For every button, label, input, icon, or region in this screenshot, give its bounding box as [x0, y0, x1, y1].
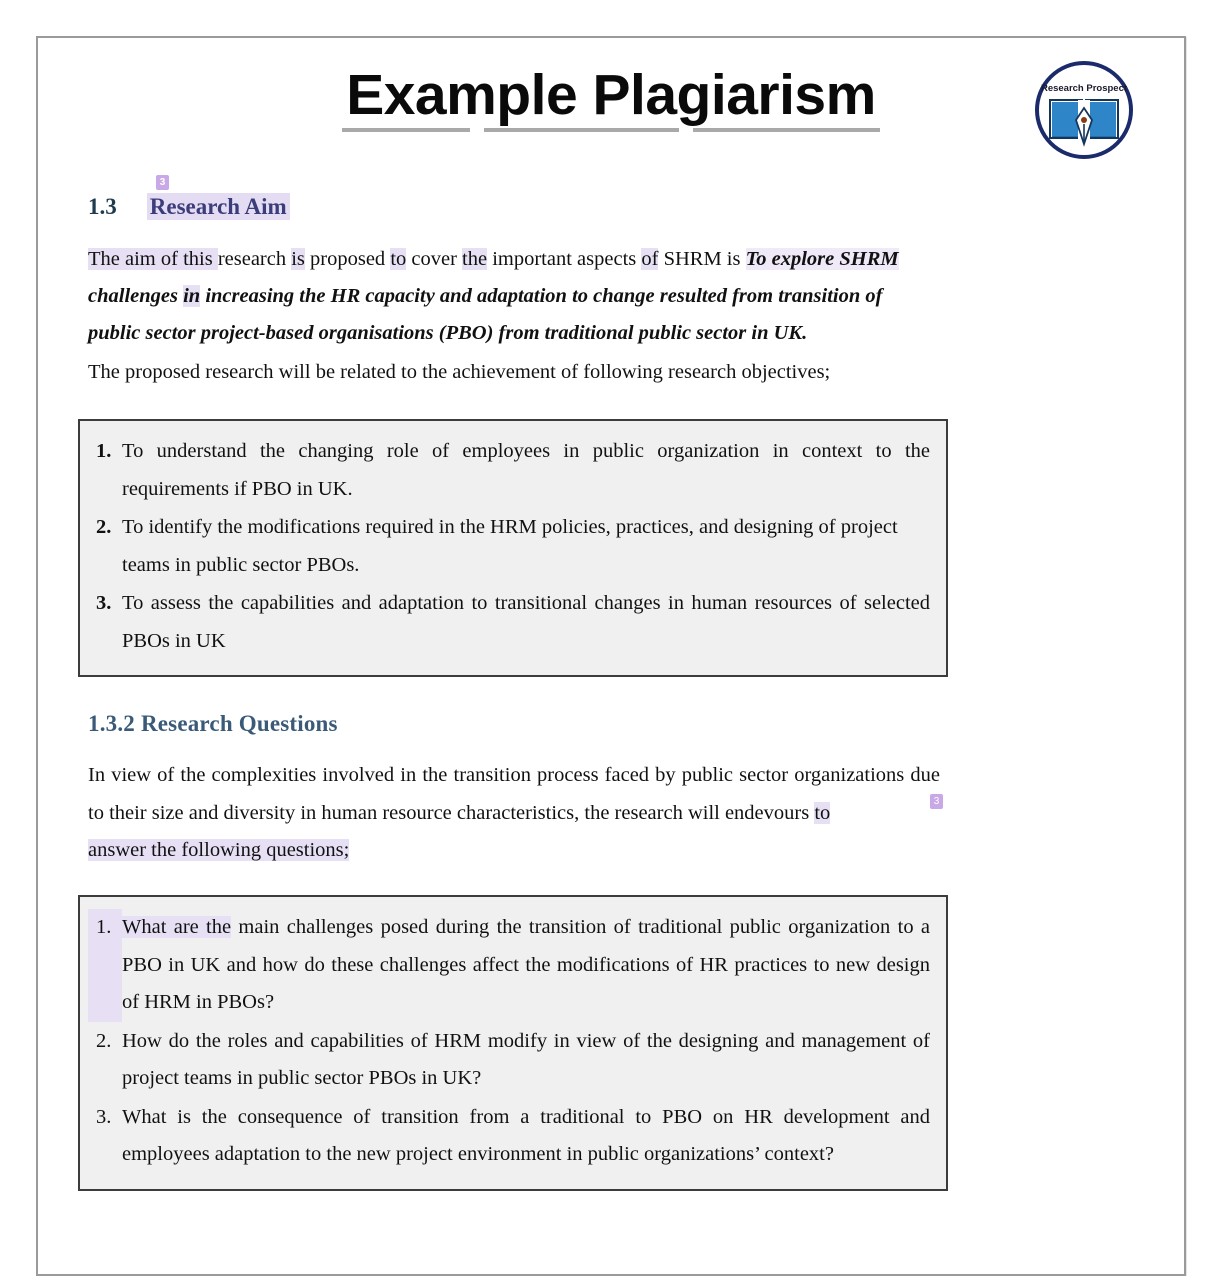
aim-frag-6: cover	[406, 248, 463, 271]
list-item-number: 1.	[88, 909, 122, 1022]
aim-statement-2a: challenges	[88, 285, 184, 308]
rq-intro-part-1: In view of the complexities involved in …	[88, 764, 940, 824]
list-item-text: To assess the capabilities and adaptatio…	[122, 592, 930, 652]
list-item-number: 3.	[96, 592, 112, 615]
aim-statement-2c: increasing the HR capacity and adaptatio…	[200, 285, 883, 308]
section-heading-research-questions: 1.3.2 Research Questions	[88, 711, 338, 737]
aim-frag-7: the	[462, 248, 488, 271]
section-number: 1.3	[88, 194, 117, 219]
objectives-intro: The proposed research will be related to…	[88, 361, 831, 384]
questions-list: 1. What are the main challenges posed du…	[88, 909, 930, 1174]
page-title: Example Plagiarism	[328, 63, 894, 133]
section-title: Research Aim	[146, 193, 290, 220]
research-objectives-box: 1. To understand the changing role of em…	[78, 419, 948, 678]
research-aim-statement-line-3: public sector project-based organisation…	[88, 315, 1146, 352]
list-item: 3. What is the consequence of transition…	[88, 1099, 930, 1174]
list-item-text: To understand the changing role of emplo…	[122, 440, 930, 500]
list-item-number: 2.	[96, 516, 112, 539]
objectives-list: 1. To understand the changing role of em…	[88, 433, 930, 660]
list-item-number: 1.	[96, 440, 112, 463]
list-item-number: 2.	[96, 1029, 112, 1052]
aim-frag-9: of	[641, 248, 659, 271]
underline-notch-g	[679, 125, 694, 133]
question-highlighted-lead: What are the	[122, 916, 232, 939]
research-questions-intro: 3 In view of the complexities involved in…	[88, 757, 943, 832]
research-questions-intro-last-line: answer the following questions;	[88, 832, 1146, 869]
aim-frag-3: is	[291, 248, 305, 271]
list-item-text: How do the roles and capabilities of HRM…	[122, 1029, 930, 1090]
research-aim-statement-line-2: challenges in increasing the HR capacity…	[88, 278, 1146, 315]
aim-frag-5: to	[390, 248, 407, 271]
question-rest: main challenges posed during the transit…	[122, 916, 930, 1014]
list-item-text: To identify the modifications required i…	[122, 516, 898, 576]
page-title-container: Example Plagiarism	[76, 52, 1146, 133]
aim-frag-8: important aspects	[487, 248, 642, 271]
aim-frag-4: proposed	[304, 248, 391, 271]
research-questions-box: 1. What are the main challenges posed du…	[78, 895, 948, 1191]
list-item: 3. To assess the capabilities and adapta…	[88, 585, 930, 660]
rq-intro-part-2: to	[814, 801, 831, 824]
aim-statement-line-1: To explore SHRM	[745, 248, 899, 271]
list-item: 1. To understand the changing role of em…	[88, 433, 930, 508]
aim-statement-2b: in	[183, 285, 201, 308]
plagiarism-match-badge[interactable]: 3	[930, 794, 943, 810]
list-item-text: What is the consequence of transition fr…	[122, 1105, 930, 1166]
list-item-text: What are the main challenges posed durin…	[122, 909, 930, 1022]
rq-intro-part-3: answer the following questions;	[88, 839, 350, 862]
page-title-text: Example Plagiarism	[346, 63, 876, 127]
document-header: Example Plagiarism Research Prospect	[76, 52, 1146, 160]
document-page: Example Plagiarism Research Prospect 3 1…	[36, 36, 1186, 1276]
list-item-number: 3.	[96, 1105, 112, 1128]
aim-frag-2: research	[217, 248, 292, 271]
section-heading-research-aim: 3 1.3 Research Aim	[88, 175, 1146, 220]
aim-frag-1: The aim of this	[88, 248, 218, 271]
svg-text:Research Prospect: Research Prospect	[1041, 83, 1128, 94]
list-item: 1. What are the main challenges posed du…	[88, 909, 930, 1022]
research-aim-paragraph: The aim of this research is proposed to …	[88, 241, 1146, 278]
aim-statement-3: public sector project-based organisation…	[88, 322, 808, 345]
underline-notch-p	[470, 125, 485, 133]
list-item: 2. How do the roles and capabilities of …	[88, 1023, 930, 1098]
aim-frag-10: SHRM is	[658, 248, 746, 271]
list-item: 2. To identify the modifications require…	[88, 509, 930, 584]
research-prospect-logo: Research Prospect	[1032, 58, 1136, 162]
plagiarism-match-badge[interactable]: 3	[156, 175, 169, 190]
